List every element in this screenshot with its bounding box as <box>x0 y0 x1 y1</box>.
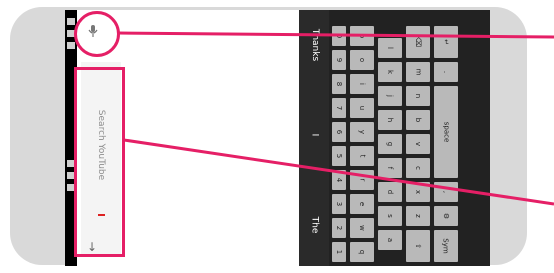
callout-line <box>117 31 554 39</box>
callout-lines <box>117 31 554 206</box>
callout-line <box>123 138 554 206</box>
